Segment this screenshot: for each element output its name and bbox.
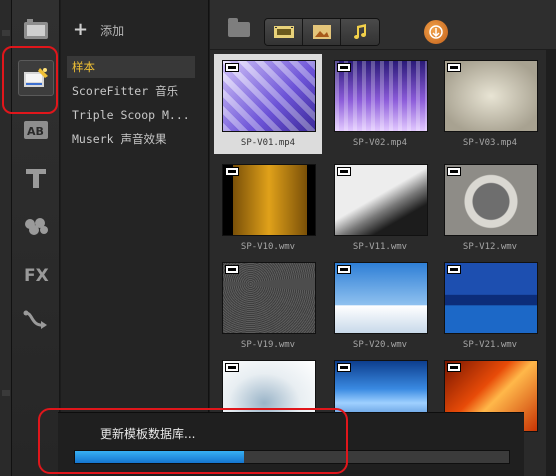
media-scrollbar[interactable]: [546, 50, 556, 476]
video-file-icon: [225, 167, 239, 176]
video-file-icon: [225, 363, 239, 372]
highlight-annotation: [38, 408, 348, 474]
film-icon: [273, 26, 294, 38]
photo-icon: [312, 25, 331, 39]
video-thumbnail: [334, 262, 428, 334]
photo-filter-button[interactable]: [303, 19, 341, 45]
video-thumbnail: [444, 164, 538, 236]
media-item-name: SP-V12.wmv: [462, 242, 518, 252]
media-item-name: SP-V20.wmv: [352, 340, 408, 350]
video-thumbnail: [444, 60, 538, 132]
folder-icon[interactable]: [228, 18, 250, 37]
svg-text:FX: FX: [24, 266, 49, 284]
video-file-icon: [337, 265, 351, 274]
video-file-icon: [447, 167, 461, 176]
video-thumbnail: [222, 262, 316, 334]
transition-icon[interactable]: AB: [18, 112, 54, 148]
media-filter-group: [264, 18, 380, 46]
graphic-icon[interactable]: [18, 208, 54, 244]
title-icon[interactable]: [18, 160, 54, 196]
media-item-name: SP-V19.wmv: [240, 340, 296, 350]
filter-icon[interactable]: FX: [18, 256, 54, 292]
media-item-name: SP-V10.wmv: [240, 242, 296, 252]
video-file-icon: [337, 63, 351, 72]
media-toolbar: [210, 0, 556, 50]
library-item-scorefitter[interactable]: ScoreFitter 音乐: [67, 80, 207, 102]
media-item[interactable]: SP-V12.wmv: [436, 158, 544, 258]
media-item[interactable]: SP-V10.wmv: [214, 158, 322, 258]
add-label: 添加: [100, 23, 125, 38]
library-panel: + 添加 样本 ScoreFitter 音乐 Triple Scoop M...…: [61, 0, 209, 476]
highlight-annotation: [2, 46, 58, 114]
library-item-muserk[interactable]: Muserk 声音效果: [67, 128, 207, 150]
edge-tick: [2, 30, 10, 36]
media-item[interactable]: SP-V01.mp4: [214, 54, 322, 154]
music-note-icon: [354, 24, 366, 39]
video-thumbnail: [222, 60, 316, 132]
video-thumbnail: [334, 164, 428, 236]
media-item-name: SP-V03.mp4: [462, 138, 518, 148]
media-browser: SP-V01.mp4 SP-V02.mp4 SP-V03.mp4 SP-V10.…: [210, 0, 556, 476]
media-library-icon[interactable]: [18, 12, 54, 48]
media-item[interactable]: SP-V03.mp4: [436, 54, 544, 154]
video-file-icon: [337, 363, 351, 372]
sort-button[interactable]: [424, 20, 448, 44]
media-item[interactable]: SP-V19.wmv: [214, 256, 322, 356]
edge-tick: [2, 390, 10, 396]
video-file-icon: [447, 265, 461, 274]
video-file-icon: [447, 63, 461, 72]
library-item-sample[interactable]: 样本: [67, 56, 195, 78]
library-item-triple-scoop[interactable]: Triple Scoop M...: [67, 104, 207, 126]
video-thumbnail: [444, 262, 538, 334]
media-item-name: SP-V02.mp4: [352, 138, 408, 148]
audio-filter-button[interactable]: [341, 19, 379, 45]
media-item-name: SP-V01.mp4: [240, 138, 296, 148]
sort-icon: [429, 25, 443, 39]
path-icon[interactable]: [18, 302, 54, 338]
video-thumbnail: [334, 60, 428, 132]
video-thumbnail: [222, 164, 316, 236]
media-item[interactable]: SP-V20.wmv: [326, 256, 434, 356]
media-item[interactable]: SP-V11.wmv: [326, 158, 434, 258]
add-library-button[interactable]: + 添加: [73, 20, 124, 40]
media-item[interactable]: SP-V21.wmv: [436, 256, 544, 356]
video-file-icon: [225, 265, 239, 274]
svg-text:AB: AB: [27, 125, 44, 138]
media-item-name: SP-V21.wmv: [462, 340, 518, 350]
video-file-icon: [225, 63, 239, 72]
video-file-icon: [447, 363, 461, 372]
plus-icon: +: [73, 19, 89, 40]
media-item-name: SP-V11.wmv: [352, 242, 408, 252]
media-item[interactable]: SP-V02.mp4: [326, 54, 434, 154]
video-file-icon: [337, 167, 351, 176]
video-filter-button[interactable]: [265, 19, 303, 45]
